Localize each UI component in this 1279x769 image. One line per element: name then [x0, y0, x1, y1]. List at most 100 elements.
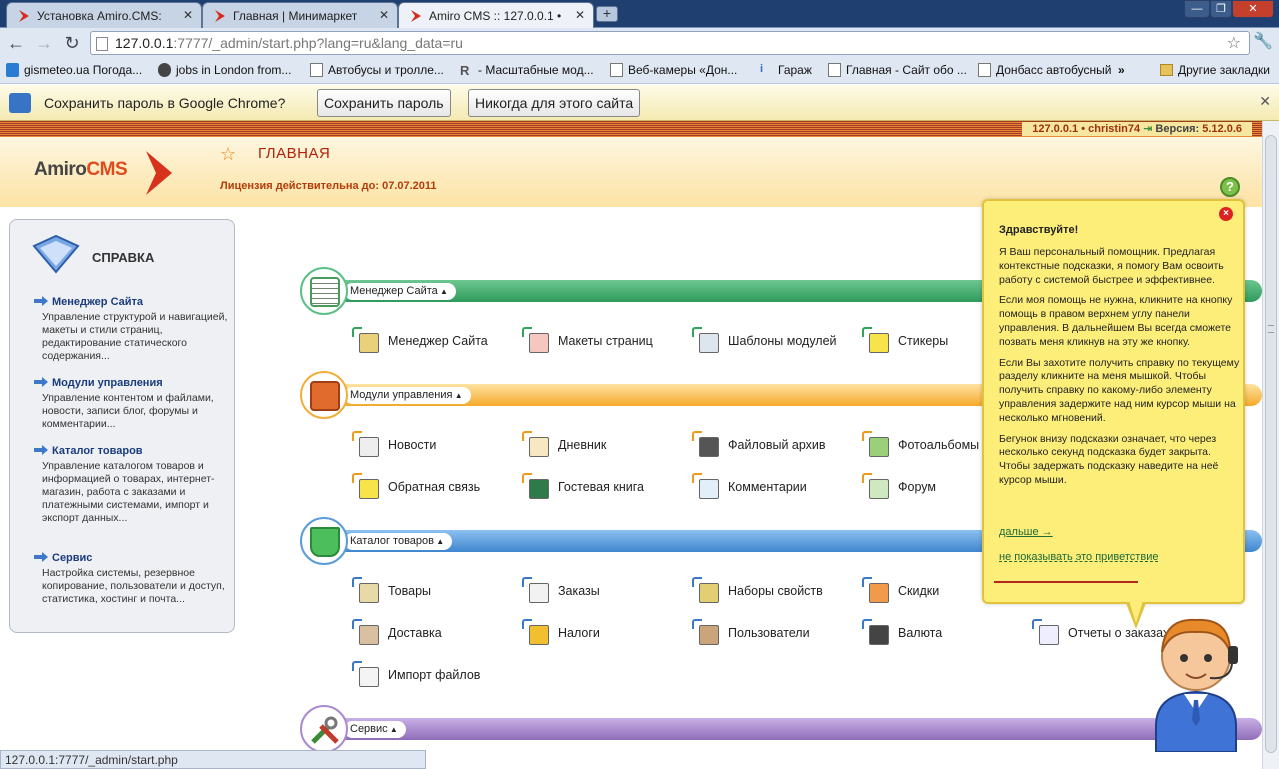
import-files-link[interactable]: Импорт файлов	[352, 661, 480, 689]
site-manager-link[interactable]: Менеджер Сайта	[352, 327, 488, 355]
users-link[interactable]: Пользователи	[692, 619, 810, 647]
help-section: Сервис Настройка системы, резервное копи…	[32, 552, 228, 606]
help-icon[interactable]: ?	[1220, 177, 1240, 197]
sticker-icon	[862, 327, 890, 355]
assistant-character-icon[interactable]	[1150, 608, 1242, 752]
bookmark-label: Другие закладки	[1178, 63, 1270, 77]
forum-link[interactable]: Форум	[862, 473, 936, 501]
delivery-link[interactable]: Доставка	[352, 619, 442, 647]
feedback-link[interactable]: Обратная связь	[352, 473, 480, 501]
amiro-logo[interactable]: AmiroCMS	[34, 151, 172, 195]
news-link[interactable]: Новости	[352, 431, 436, 459]
bookmark-item[interactable]: Главная - Сайт обо ...	[828, 63, 967, 77]
bookmark-label: jobs in London from...	[176, 63, 292, 77]
browser-tab-amiro-install[interactable]: Установка Amiro.CMS: ✕	[6, 2, 202, 28]
save-password-infobar: Сохранить пароль в Google Chrome? Сохран…	[0, 85, 1279, 121]
bubble-paragraph: Если Вы захотите получить справку по тек…	[999, 356, 1240, 424]
help-link-modules[interactable]: Модули управления	[32, 377, 228, 389]
guestbook-link[interactable]: Гостевая книга	[522, 473, 644, 501]
comments-icon	[692, 473, 720, 501]
browser-tab-minimarket[interactable]: Главная | Минимаркет ✕	[202, 2, 398, 28]
user-link[interactable]: christin74	[1088, 123, 1140, 135]
back-arrow-icon[interactable]: ←	[4, 31, 28, 55]
minimize-button[interactable]: —	[1184, 0, 1210, 18]
bookmarks-overflow-button[interactable]: »	[1118, 63, 1125, 77]
forward-arrow-icon[interactable]: →	[32, 31, 56, 55]
orders-link[interactable]: Заказы	[522, 577, 600, 605]
maximize-button[interactable]: ❐	[1210, 0, 1232, 18]
page-scrollbar[interactable]	[1262, 121, 1279, 769]
module-templates-link[interactable]: Шаблоны модулей	[692, 327, 837, 355]
diary-link[interactable]: Дневник	[522, 431, 606, 459]
bookmark-item[interactable]: gismeteo.ua Погода...	[6, 63, 142, 77]
file-archive-link[interactable]: Файловый архив	[692, 431, 826, 459]
stickers-link[interactable]: Стикеры	[862, 327, 948, 355]
scrollbar-grip	[1268, 325, 1274, 333]
scrollbar-thumb[interactable]	[1265, 135, 1277, 753]
infobar-text: Сохранить пароль в Google Chrome?	[44, 95, 286, 111]
other-bookmarks-folder[interactable]: Другие закладки	[1160, 63, 1270, 77]
save-password-button[interactable]: Сохранить пароль	[317, 89, 451, 117]
import-icon	[352, 661, 380, 689]
photo-albums-link[interactable]: Фотоальбомы	[862, 431, 979, 459]
bubble-close-icon[interactable]: ×	[1219, 207, 1233, 221]
site-manager-group-icon	[300, 267, 348, 315]
property-sets-link[interactable]: Наборы свойств	[692, 577, 823, 605]
url-path: :7777/_admin/start.php?lang=ru&lang_data…	[173, 35, 463, 51]
bookmark-star-icon[interactable]: ☆	[1227, 33, 1241, 53]
orders-icon	[522, 577, 550, 605]
taxes-link[interactable]: Налоги	[522, 619, 600, 647]
modules-group-icon	[300, 371, 348, 419]
logout-icon[interactable]: ⇥	[1143, 123, 1152, 135]
wrench-menu-icon[interactable]: 🔧	[1252, 31, 1274, 53]
never-save-button[interactable]: Никогда для этого сайта	[468, 89, 641, 117]
browser-tab-amiro-admin[interactable]: Amiro CMS :: 127.0.0.1 • ✕	[398, 2, 594, 28]
group-label[interactable]: Сервис	[344, 721, 406, 738]
bookmark-item[interactable]: Веб-камеры «Дон...	[610, 63, 737, 77]
module-templates-icon	[692, 327, 720, 355]
address-bar[interactable]: 127.0.0.1:7777/_admin/start.php?lang=ru&…	[90, 31, 1250, 55]
group-bar-service[interactable]: Сервис	[322, 718, 1262, 740]
group-label[interactable]: Модули управления	[344, 387, 471, 404]
help-link-site-manager[interactable]: Менеджер Сайта	[32, 296, 228, 308]
help-link-service[interactable]: Сервис	[32, 552, 228, 564]
group-label[interactable]: Менеджер Сайта	[344, 283, 456, 300]
news-icon	[352, 431, 380, 459]
comments-link[interactable]: Комментарии	[692, 473, 807, 501]
assistant-bubble[interactable]: × Здравствуйте! Я Ваш персональный помощ…	[982, 199, 1245, 629]
bookmark-item[interactable]: R - Масштабные мод...	[460, 63, 594, 78]
file-archive-icon	[692, 431, 720, 459]
item-label: Заказы	[558, 584, 600, 598]
bookmark-item[interactable]: jobs in London from...	[158, 63, 291, 77]
help-desc: Управление структурой и навигацией, маке…	[42, 311, 228, 362]
bubble-text: Я Ваш персональный помощник. Предлагая к…	[999, 246, 1241, 495]
reload-icon[interactable]: ↻	[60, 31, 84, 55]
bubble-more-link[interactable]: дальше →	[999, 526, 1053, 538]
currency-link[interactable]: Валюта	[862, 619, 942, 647]
tab-close-icon[interactable]: ✕	[379, 8, 389, 22]
products-icon	[352, 577, 380, 605]
bookmark-item[interactable]: i Гараж	[760, 63, 812, 77]
item-label: Фотоальбомы	[898, 438, 980, 452]
bookmark-item[interactable]: Автобусы и тролле...	[310, 63, 444, 77]
site-manager-icon	[352, 327, 380, 355]
new-tab-button[interactable]: +	[596, 6, 618, 22]
products-link[interactable]: Товары	[352, 577, 431, 605]
tab-close-icon[interactable]: ✕	[575, 8, 585, 22]
bookmark-label: Главная - Сайт обо ...	[846, 63, 967, 77]
item-label: Импорт файлов	[388, 668, 481, 682]
r-logo-icon: R	[460, 63, 470, 78]
tab-close-icon[interactable]: ✕	[183, 8, 193, 22]
window-close-button[interactable]: ✕	[1232, 0, 1274, 18]
bubble-dont-show-link[interactable]: не показывать это приветствие	[999, 551, 1158, 563]
page-layouts-link[interactable]: Макеты страниц	[522, 327, 653, 355]
help-link-catalog[interactable]: Каталог товаров	[32, 445, 228, 457]
infobar-close-icon[interactable]: ✕	[1259, 93, 1271, 110]
group-label[interactable]: Каталог товаров	[344, 533, 453, 550]
item-label: Стикеры	[898, 334, 949, 348]
bookmark-item[interactable]: Донбасс автобусный	[978, 63, 1111, 77]
logo-text: Amiro	[34, 159, 87, 180]
favorite-star-icon[interactable]: ☆	[220, 144, 236, 165]
logo-chevron-icon	[146, 151, 172, 195]
discounts-link[interactable]: Скидки	[862, 577, 939, 605]
